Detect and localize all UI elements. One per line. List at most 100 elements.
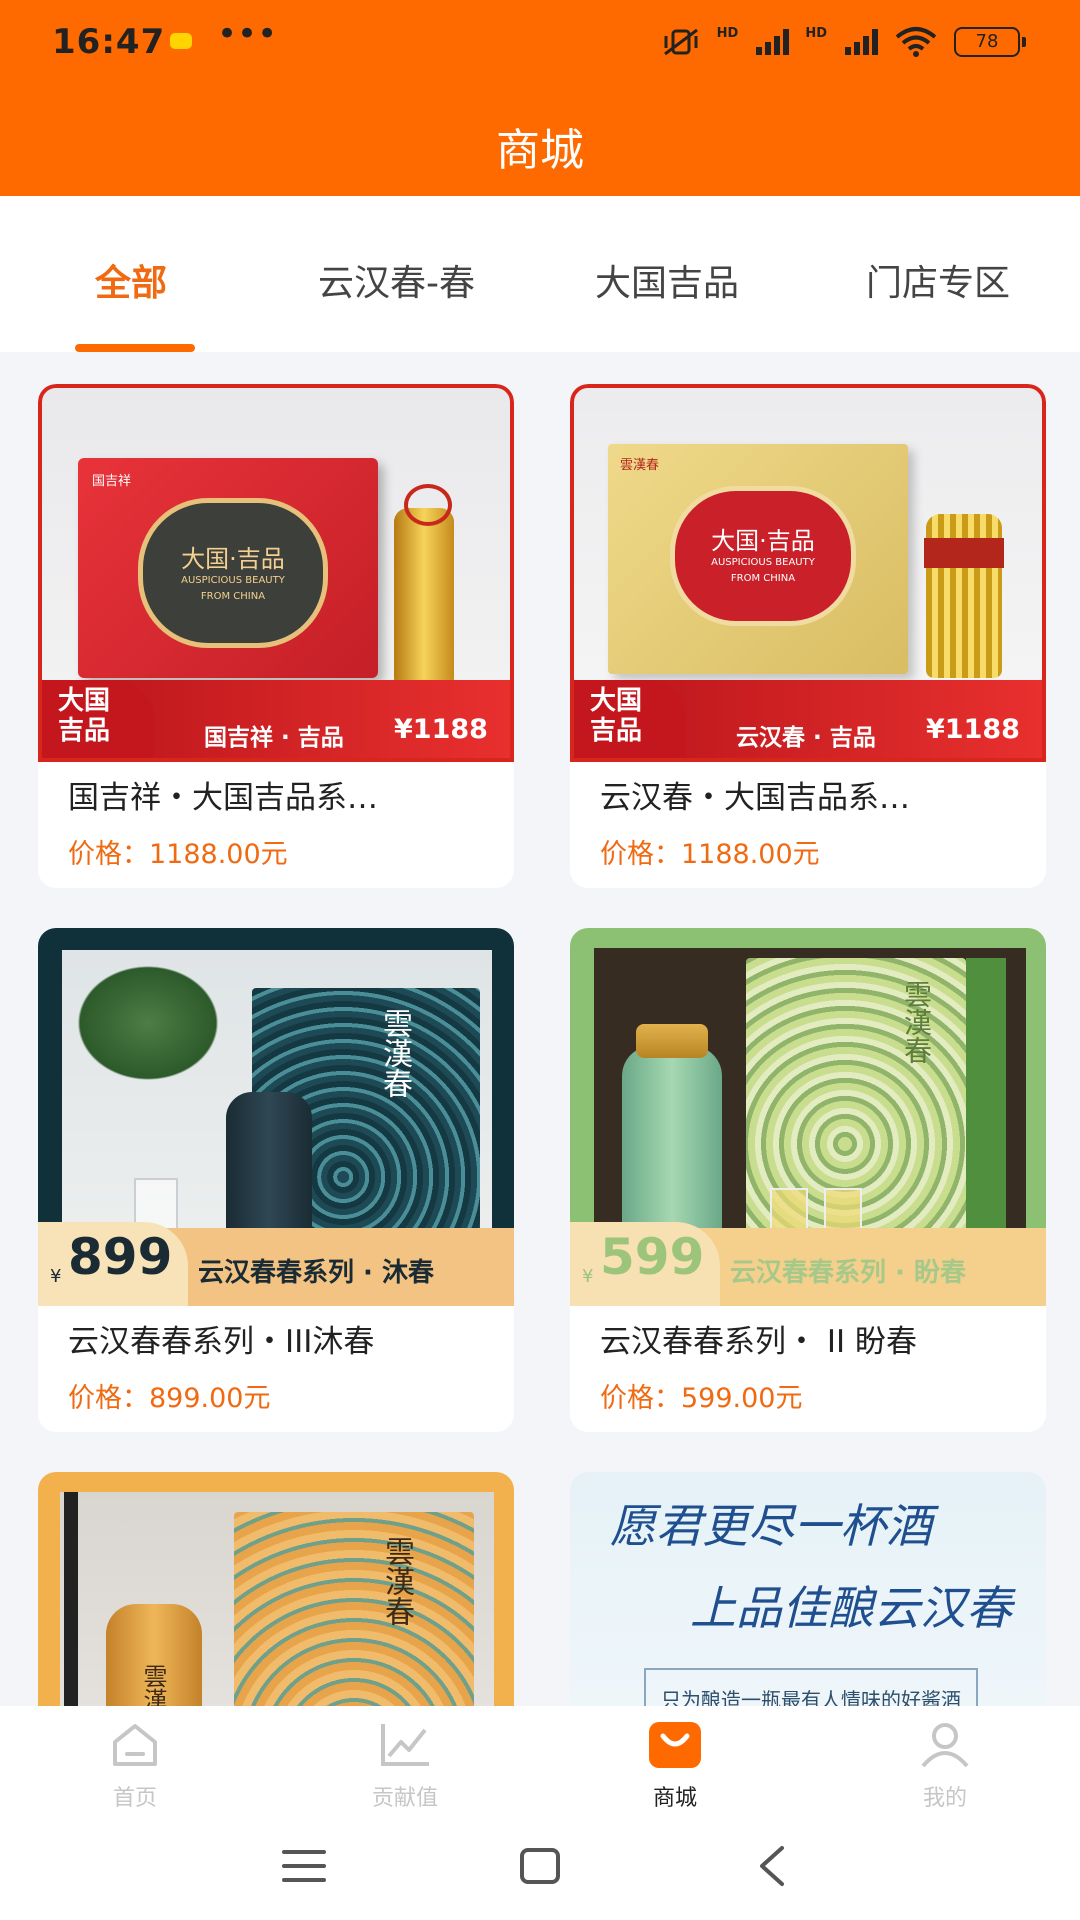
status-time: 16:47 [52, 22, 166, 62]
tab-all[interactable]: 全部 [95, 254, 167, 306]
vibrate-mute-icon [663, 28, 698, 56]
box-medallion: 大国·吉品 AUSPICIOUS BEAUTY FROM CHINA [670, 486, 856, 626]
gift-box: 雲漢春 [234, 1512, 474, 1706]
box-text: 雲漢春 [377, 1008, 412, 1098]
product-image: 愿君更尽一杯酒 上品佳酿云汉春 只为酿造一瓶最有人情味的好酱酒 [570, 1472, 1046, 1706]
bottom-tab-bar: 首页 贡献值 商城 我的 [0, 1706, 1080, 1812]
hd-label-2: HD [805, 26, 827, 41]
product-image: 雲漢春 大国·吉品 AUSPICIOUS BEAUTY FROM CHINA 大… [570, 384, 1046, 762]
product-card[interactable]: 雲漢春 大国·吉品 AUSPICIOUS BEAUTY FROM CHINA 大… [570, 384, 1046, 888]
status-icons: HD HD 78 [661, 26, 1026, 58]
tab-yunhanchun-spring[interactable]: 云汉春-春 [318, 254, 475, 306]
bottle-cap [404, 484, 452, 526]
rack-pole [64, 1492, 78, 1706]
page-title: 商城 [496, 125, 584, 176]
promo-band-text: 云汉春春系列 · 盼春 [730, 1258, 966, 1288]
wifi-icon [895, 27, 937, 57]
price-badge: ¥ 599 [570, 1222, 720, 1306]
product-name: 云汉春・大国吉品系… [600, 780, 910, 816]
nav-home-label: 首页 [112, 1786, 157, 1811]
app-header: 16:47 ••• HD HD 78 商城 [0, 0, 1080, 196]
banner-slogan-1: 愿君更尽一杯酒 [610, 1499, 932, 1553]
product-card[interactable]: 愿君更尽一杯酒 上品佳酿云汉春 只为酿造一瓶最有人情味的好酱酒 [570, 1472, 1046, 1706]
message-notification-icon [170, 33, 192, 49]
price-badge-currency: ¥ [582, 1266, 594, 1287]
green-bottle [622, 1046, 722, 1236]
promo-badge: 大国 吉品 [574, 680, 686, 758]
nav-profile[interactable]: 我的 [865, 1720, 1025, 1812]
box-title: 大国·吉品 [181, 545, 285, 573]
status-bar: 16:47 ••• HD HD 78 [52, 14, 1026, 66]
category-tabs: 全部 云汉春-春 大国吉品 门店专区 [0, 196, 1080, 352]
active-tab-indicator [75, 344, 195, 352]
box-subtitle-2: FROM CHINA [200, 591, 266, 602]
box-subtitle-1: AUSPICIOUS BEAUTY [181, 575, 285, 586]
price-badge-currency: ¥ [50, 1266, 62, 1287]
promo-band: ¥ 599 云汉春春系列 · 盼春 [570, 1222, 1046, 1306]
nav-shop-label: 商城 [652, 1786, 697, 1811]
product-card[interactable]: 雲漢春 ¥ 899 云汉春春系列 · 沐春 云汉春春系列・III沐春 价格：89… [38, 928, 514, 1432]
home-square-icon[interactable] [518, 1846, 562, 1886]
promo-band: ¥ 899 云汉春春系列 · 沐春 [38, 1222, 514, 1306]
menu-icon[interactable] [282, 1846, 326, 1886]
box-title: 大国·吉品 [711, 527, 815, 555]
gift-box: 国吉祥 大国·吉品 AUSPICIOUS BEAUTY FROM CHINA [78, 458, 378, 678]
product-image: 雲漢春 ¥ 599 云汉春春系列 · 盼春 [570, 928, 1046, 1306]
box-text: 雲漢春 [379, 1536, 414, 1626]
bottle-cap [636, 1024, 708, 1058]
box-text: 雲漢春 [900, 980, 933, 1064]
product-price: 价格：599.00元 [600, 1383, 803, 1414]
product-card[interactable]: 雲漢春 雲漢 [38, 1472, 514, 1706]
back-icon[interactable] [754, 1844, 790, 1888]
price-badge-amount: 899 [68, 1228, 173, 1286]
user-icon [921, 1723, 969, 1768]
price-badge: ¥ 899 [38, 1222, 188, 1306]
price-badge-amount: 599 [600, 1228, 705, 1286]
battery-icon: 78 [954, 27, 1026, 57]
product-name: 云汉春春系列・III沐春 [68, 1324, 375, 1360]
product-grid: 国吉祥 大国·吉品 AUSPICIOUS BEAUTY FROM CHINA 大… [0, 352, 1080, 1706]
product-name: 国吉祥・大国吉品系… [68, 780, 378, 816]
promo-band-text: 云汉春春系列 · 沐春 [198, 1258, 434, 1288]
home-icon [113, 1724, 157, 1766]
box-brand: 国吉祥 [92, 474, 132, 489]
tab-store-zone[interactable]: 门店专区 [866, 254, 1010, 306]
product-card[interactable]: 雲漢春 ¥ 599 云汉春春系列 · 盼春 云汉春春系列・ II 盼春 价格：5… [570, 928, 1046, 1432]
nav-contribution-label: 贡献值 [371, 1786, 438, 1811]
product-image: 雲漢春 雲漢 [38, 1472, 514, 1706]
box-medallion: 大国·吉品 AUSPICIOUS BEAUTY FROM CHINA [138, 498, 328, 648]
box-subtitle-1: AUSPICIOUS BEAUTY [711, 557, 815, 568]
banner-tagline: 只为酿造一瓶最有人情味的好酱酒 [644, 1668, 978, 1706]
product-name: 云汉春春系列・ II 盼春 [600, 1324, 917, 1360]
promo-band: 大国 吉品 国吉祥 · 吉品 ¥1188 [42, 680, 510, 758]
product-card[interactable]: 国吉祥 大国·吉品 AUSPICIOUS BEAUTY FROM CHINA 大… [38, 384, 514, 888]
product-price: 价格：899.00元 [68, 1383, 271, 1414]
product-price: 价格：1188.00元 [600, 839, 820, 870]
product-price: 价格：1188.00元 [68, 839, 288, 870]
chart-icon [381, 1724, 429, 1766]
tab-daguo-jipin[interactable]: 大国吉品 [595, 254, 739, 306]
promo-band-text: 云汉春 · 吉品 [736, 725, 876, 751]
orange-bottle: 雲漢 [106, 1604, 202, 1706]
box-lid [966, 958, 1006, 1244]
promo-band-text: 国吉祥 · 吉品 [204, 725, 344, 751]
nav-shop[interactable]: 商城 [595, 1720, 755, 1812]
promo-band-price: ¥1188 [394, 714, 488, 745]
nav-contribution[interactable]: 贡献值 [325, 1720, 485, 1812]
signal-icon-2 [845, 29, 878, 55]
gold-bottle [394, 508, 454, 686]
box-brand: 雲漢春 [620, 458, 660, 473]
gift-box: 雲漢春 大国·吉品 AUSPICIOUS BEAUTY FROM CHINA [608, 444, 908, 674]
more-notifications-icon: ••• [217, 14, 278, 54]
promo-band-price: ¥1188 [926, 714, 1020, 745]
hd-label-1: HD [716, 26, 739, 41]
nav-home[interactable]: 首页 [55, 1720, 215, 1812]
box-subtitle-2: FROM CHINA [730, 573, 796, 584]
promo-band: 大国 吉品 云汉春 · 吉品 ¥1188 [574, 680, 1042, 758]
promo-badge-text: 大国 吉品 [58, 686, 111, 746]
product-image: 雲漢春 ¥ 899 云汉春春系列 · 沐春 [38, 928, 514, 1306]
banner-slogan-2: 上品佳酿云汉春 [690, 1581, 1012, 1635]
bottle-text: 雲漢 [139, 1664, 167, 1706]
promo-badge: 大国 吉品 [42, 680, 154, 758]
shop-bag-icon [649, 1722, 701, 1768]
